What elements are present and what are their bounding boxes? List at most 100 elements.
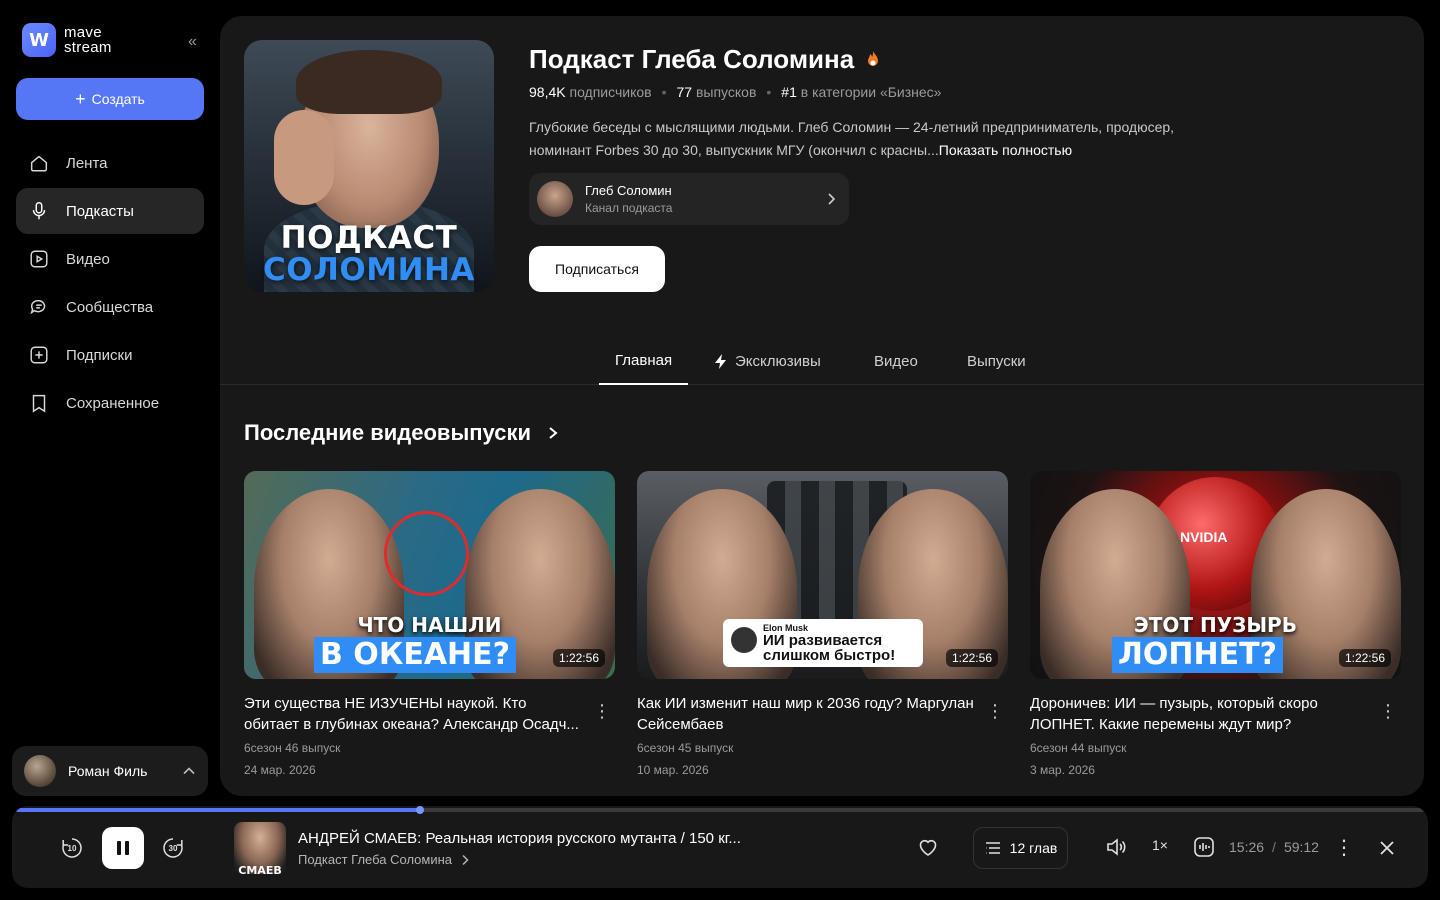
video-card: Elon Musk ИИ развивается слишком быстро!… bbox=[637, 471, 1008, 777]
collapse-sidebar-button[interactable]: « bbox=[188, 33, 197, 51]
list-icon bbox=[985, 842, 1000, 854]
channel-card[interactable]: Глеб Соломин Канал подкаста bbox=[529, 173, 849, 225]
sidebar-item-communities[interactable]: Сообщества bbox=[16, 284, 204, 330]
video-icon bbox=[30, 250, 48, 268]
chevron-right-icon bbox=[828, 193, 836, 205]
create-button-label: Создать bbox=[91, 91, 145, 107]
tab-main[interactable]: Главная bbox=[599, 338, 689, 385]
like-button[interactable] bbox=[916, 835, 940, 859]
video-date: 24 мар. 2026 bbox=[244, 763, 316, 777]
app-logo[interactable]: W mave stream bbox=[22, 23, 112, 57]
video-date: 10 мар. 2026 bbox=[637, 763, 709, 777]
current-time: 15:26 bbox=[1229, 839, 1265, 855]
tab-bar: Главная Эксклюзивы Видео Выпуски bbox=[220, 338, 1424, 385]
video-thumbnail[interactable]: ЧТО НАШЛИ В ОКЕАНЕ? 1:22:56 bbox=[244, 471, 615, 679]
playback-time: 15:26 / 59:12 bbox=[1229, 839, 1319, 855]
video-episode-info: 6сезон 45 выпуск bbox=[637, 741, 734, 755]
plus-icon: + bbox=[75, 89, 86, 109]
rewind-button[interactable]: 10 bbox=[60, 836, 84, 860]
avatar bbox=[537, 181, 573, 217]
close-icon bbox=[1380, 841, 1394, 855]
video-duration: 1:22:56 bbox=[1338, 649, 1391, 667]
subscribe-button[interactable]: Подписаться bbox=[529, 246, 665, 292]
progress-handle[interactable] bbox=[416, 806, 425, 814]
pause-icon bbox=[117, 841, 129, 855]
video-card: NVIDIA ЭТОТ ПУЗЫРЬ ЛОПНЕТ? 1:22:56 Дорон… bbox=[1030, 471, 1401, 777]
sidebar-item-subscriptions[interactable]: Подписки bbox=[16, 332, 204, 378]
sidebar-item-label: Видео bbox=[66, 250, 110, 268]
forward-button[interactable]: 30 bbox=[161, 836, 185, 860]
create-button[interactable]: + Создать bbox=[16, 78, 204, 120]
pause-button[interactable] bbox=[102, 827, 144, 869]
episode-title[interactable]: АНДРЕЙ СМАЕВ: Реальная история русского … bbox=[298, 830, 741, 847]
progress-bar[interactable] bbox=[16, 806, 1424, 814]
chevron-up-icon bbox=[183, 767, 195, 775]
chevron-right-icon bbox=[462, 854, 469, 865]
more-options-icon[interactable]: ⋮ bbox=[1334, 834, 1354, 860]
avatar bbox=[731, 627, 757, 653]
sidebar: W mave stream « + Создать Лента Подкасты… bbox=[0, 0, 220, 806]
volume-button[interactable] bbox=[1104, 835, 1128, 859]
video-thumbnail[interactable]: Elon Musk ИИ развивается слишком быстро!… bbox=[637, 471, 1008, 679]
sidebar-item-feed[interactable]: Лента bbox=[16, 140, 204, 186]
logo-mark: W bbox=[22, 23, 56, 57]
sidebar-item-label: Подкасты bbox=[66, 202, 134, 220]
more-options-icon[interactable]: ⋮ bbox=[1379, 699, 1397, 723]
video-thumbnail[interactable]: NVIDIA ЭТОТ ПУЗЫРЬ ЛОПНЕТ? 1:22:56 bbox=[1030, 471, 1401, 679]
total-time: 59:12 bbox=[1283, 839, 1319, 855]
fire-icon bbox=[868, 50, 879, 66]
episode-podcast-link[interactable]: Подкаст Глеба Соломина bbox=[298, 852, 470, 867]
close-player-button[interactable] bbox=[1375, 836, 1399, 860]
subscribers-count: 98,4K bbox=[529, 84, 566, 100]
sidebar-item-saved[interactable]: Сохраненное bbox=[16, 380, 204, 426]
cover-text-line1: ПОДКАСТ bbox=[280, 220, 458, 256]
tab-video[interactable]: Видео bbox=[874, 338, 918, 385]
playback-speed-button[interactable]: 1× bbox=[1152, 837, 1168, 853]
podcast-stats: 98,4K подписчиков • 77 выпусков • #1 в к… bbox=[529, 84, 942, 100]
tab-episodes[interactable]: Выпуски bbox=[967, 338, 1026, 385]
video-episode-info: 6сезон 44 выпуск bbox=[1030, 741, 1127, 755]
video-title[interactable]: Как ИИ изменит наш мир к 2036 году? Марг… bbox=[637, 693, 977, 735]
thumbnail-caption: ЭТОТ ПУЗЫРЬ bbox=[1134, 613, 1297, 637]
logo-text-line1: mave bbox=[64, 24, 102, 41]
video-title[interactable]: Эти существа НЕ ИЗУЧЕНЫ наукой. Кто обит… bbox=[244, 693, 584, 735]
sidebar-item-label: Подписки bbox=[66, 346, 133, 364]
bookmark-icon bbox=[32, 394, 46, 413]
sidebar-nav: Лента Подкасты Видео Сообщества Подписки… bbox=[16, 140, 204, 428]
cover-text-line2: СОЛОМИНА bbox=[263, 252, 475, 288]
logo-text-line2: stream bbox=[64, 39, 112, 56]
category-rank: #1 bbox=[781, 84, 797, 100]
video-episode-info: 6сезон 46 выпуск bbox=[244, 741, 341, 755]
podcast-page: ПОДКАСТ СОЛОМИНА Подкаст Глеба Соломина … bbox=[220, 16, 1424, 796]
video-title[interactable]: Дороничев: ИИ — пузырь, который скоро ЛО… bbox=[1030, 693, 1370, 735]
thumbnail-caption: ЧТО НАШЛИ bbox=[357, 613, 502, 637]
episodes-count: 77 bbox=[676, 84, 693, 100]
thumbnail-caption: В ОКЕАНЕ? bbox=[314, 637, 517, 673]
tab-exclusives[interactable]: Эксклюзивы bbox=[714, 338, 821, 385]
audio-player: 10 30 СМАЕВ АНДРЕЙ СМАЕВ: Реальная истор… bbox=[12, 806, 1428, 888]
audio-mode-button[interactable] bbox=[1192, 835, 1216, 859]
user-menu[interactable]: Роман Филь bbox=[12, 746, 208, 796]
podcast-cover: ПОДКАСТ СОЛОМИНА bbox=[244, 40, 494, 292]
video-date: 3 мар. 2026 bbox=[1030, 763, 1095, 777]
more-options-icon[interactable]: ⋮ bbox=[986, 699, 1004, 723]
episode-artwork[interactable]: СМАЕВ bbox=[234, 822, 286, 874]
video-card: ЧТО НАШЛИ В ОКЕАНЕ? 1:22:56 Эти существа… bbox=[244, 471, 615, 777]
waveform-icon bbox=[1194, 837, 1214, 857]
podcast-description: Глубокие беседы с мыслящими людьми. Глеб… bbox=[529, 119, 1175, 158]
sidebar-item-podcasts[interactable]: Подкасты bbox=[16, 188, 204, 234]
chapters-button[interactable]: 12 глав bbox=[973, 827, 1068, 869]
sidebar-item-label: Сохраненное bbox=[66, 394, 160, 412]
avatar bbox=[24, 755, 56, 787]
lightning-icon bbox=[715, 354, 726, 369]
plus-square-icon bbox=[30, 346, 48, 364]
sidebar-item-label: Сообщества bbox=[66, 298, 154, 316]
tweet-overlay: Elon Musk ИИ развивается слишком быстро! bbox=[723, 619, 923, 667]
show-more-link[interactable]: Показать полностью bbox=[939, 142, 1072, 158]
sidebar-item-video[interactable]: Видео bbox=[16, 236, 204, 282]
speaker-icon bbox=[1107, 838, 1126, 856]
chevron-right-icon bbox=[549, 427, 558, 439]
more-options-icon[interactable]: ⋮ bbox=[593, 699, 611, 723]
home-icon bbox=[30, 155, 48, 172]
latest-videos-heading[interactable]: Последние видеовыпуски bbox=[244, 420, 559, 446]
